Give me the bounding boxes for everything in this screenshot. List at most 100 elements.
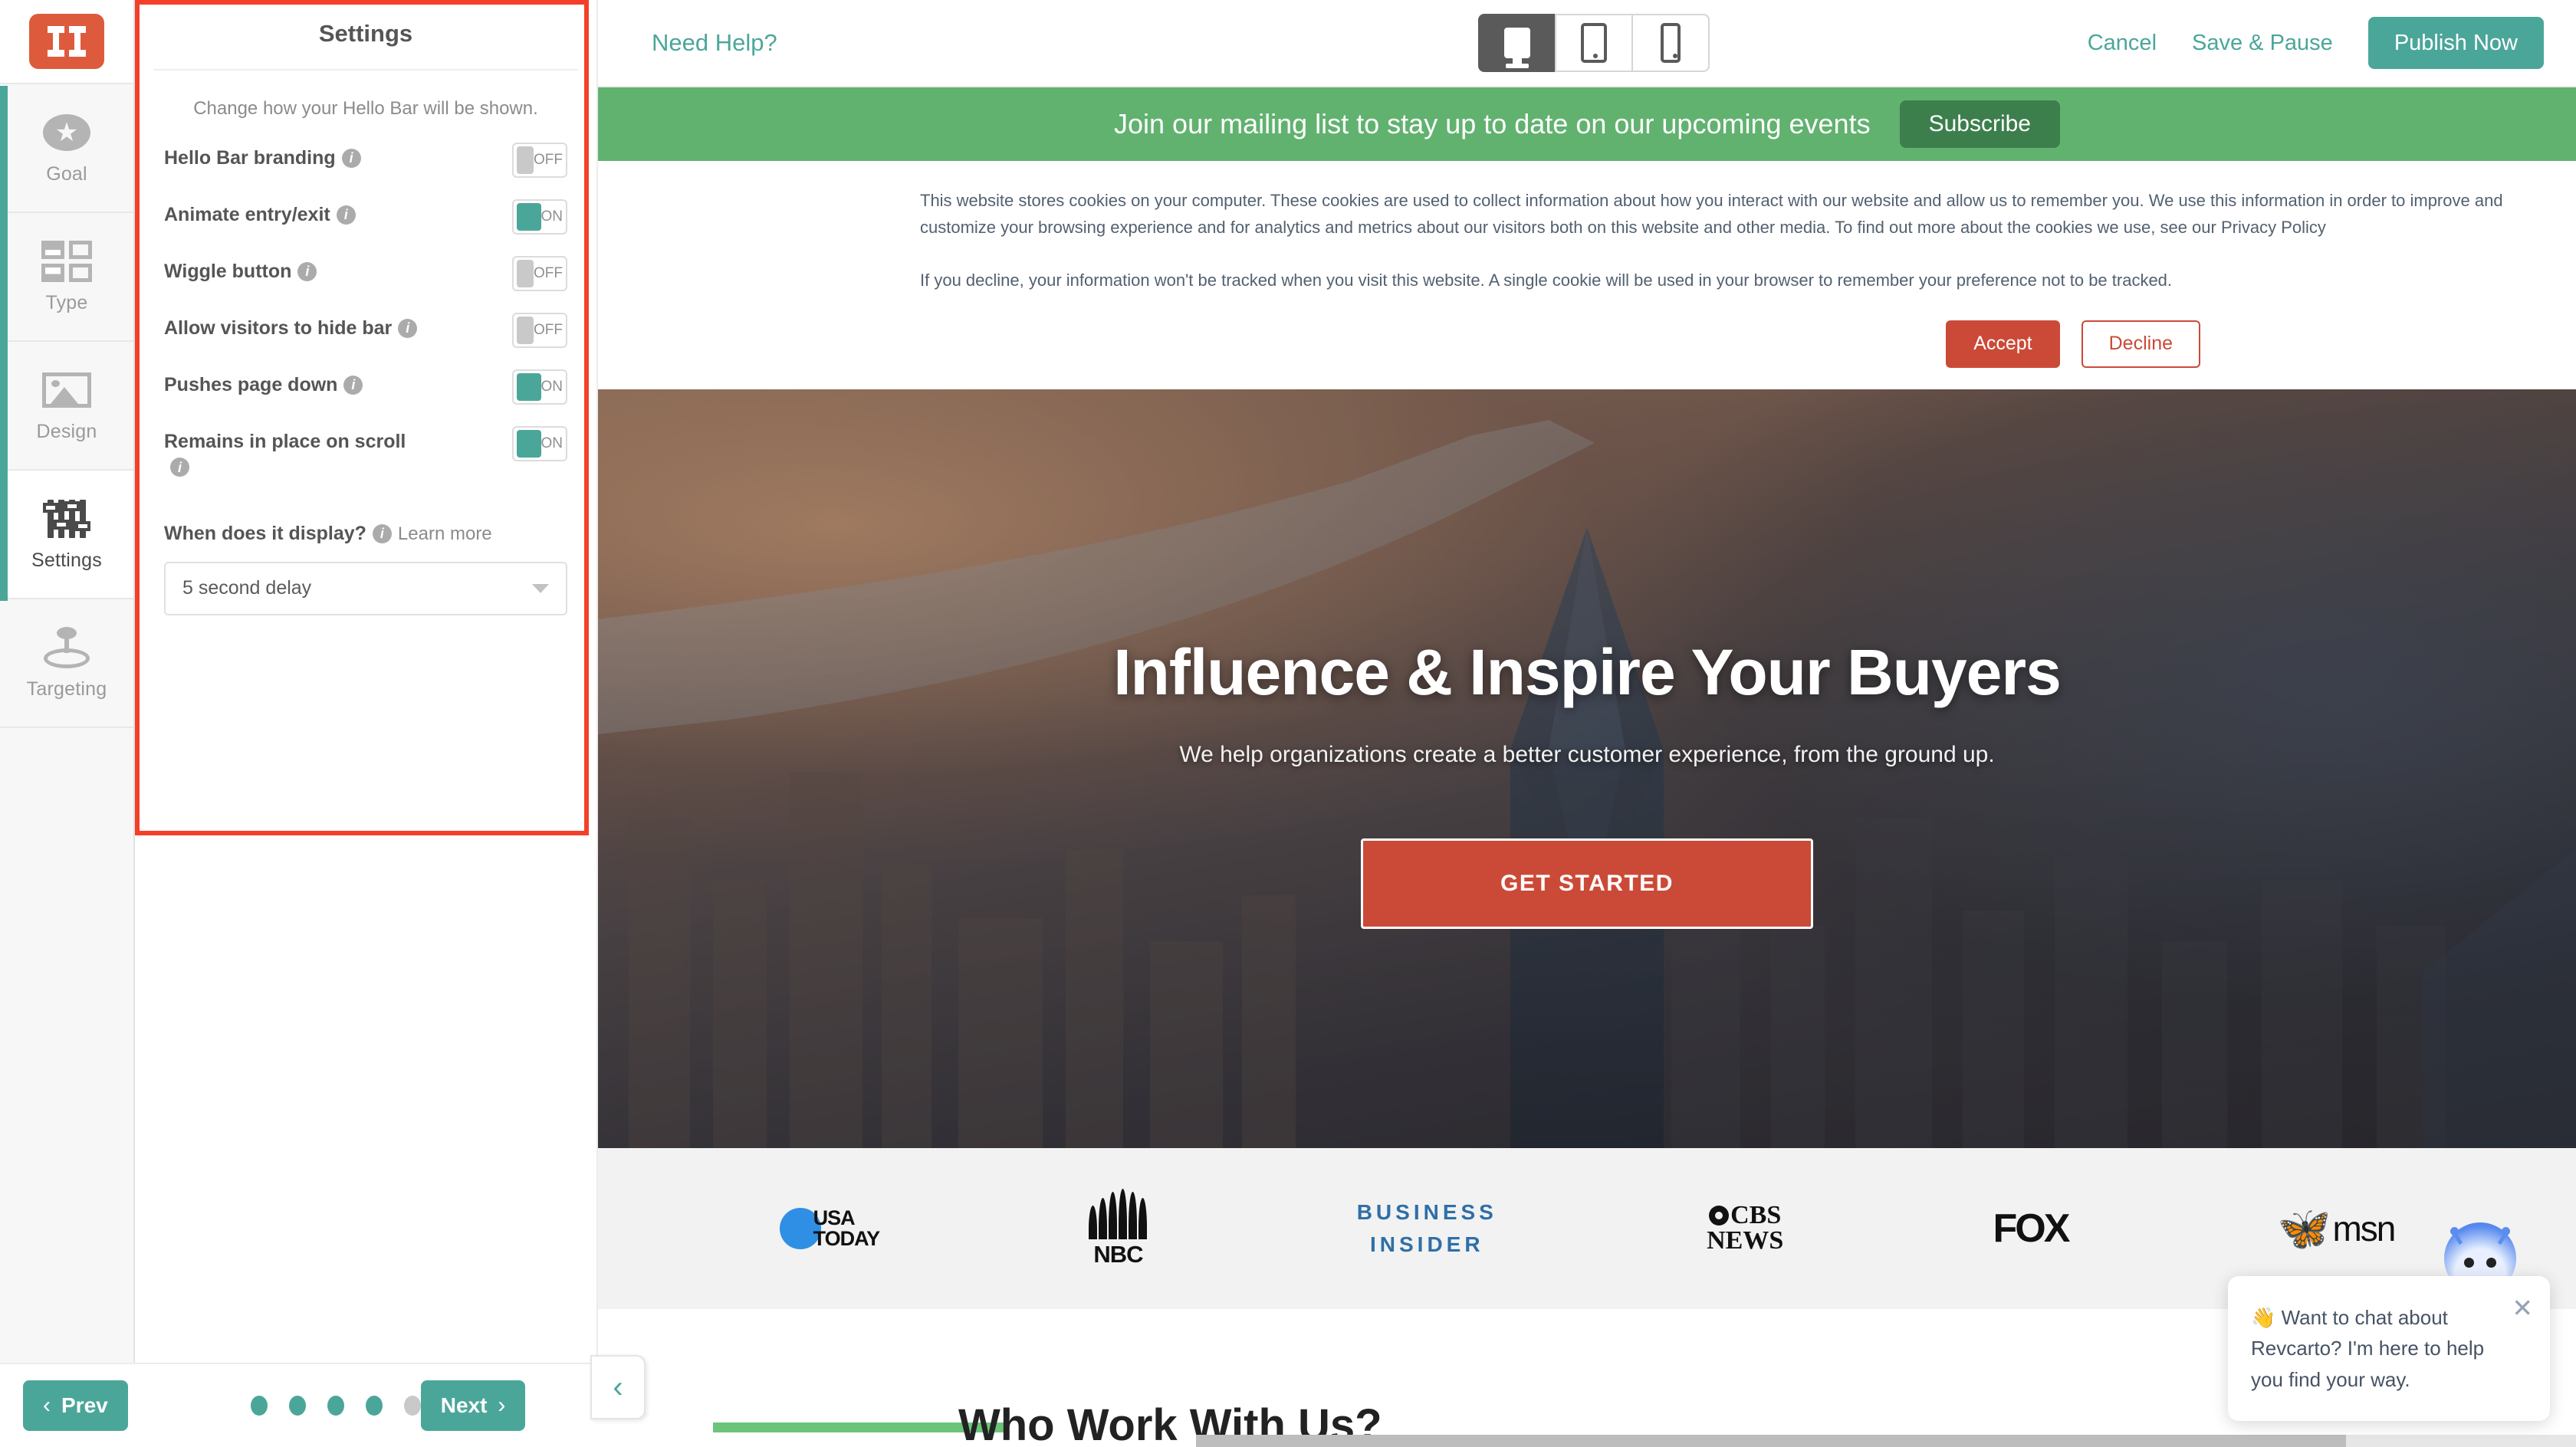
setting-label: Allow visitors to hide bar i	[164, 313, 512, 342]
step-dot[interactable]	[327, 1396, 344, 1416]
toggle-state-label: OFF	[534, 152, 563, 168]
step-dots	[250, 1396, 421, 1416]
setting-label-text: Hello Bar branding	[164, 147, 336, 169]
logo-ibeam-right	[69, 26, 86, 57]
wizard-bottom-nav: ‹ Prev Next ›	[0, 1363, 598, 1447]
sidebar-item-goal[interactable]: ★ Goal	[0, 84, 133, 213]
info-icon[interactable]: i	[341, 148, 361, 168]
sidebar-item-label: Type	[45, 291, 88, 313]
save-and-pause-button[interactable]: Save & Pause	[2192, 31, 2333, 56]
cbs-line1: CBS	[1730, 1201, 1782, 1230]
collapse-panel-button[interactable]: ‹	[590, 1355, 646, 1419]
chevron-down-icon	[532, 583, 549, 593]
step-dot[interactable]	[365, 1396, 383, 1416]
learn-more-link[interactable]: Learn more	[398, 523, 492, 544]
preview-scrollbar-thumb[interactable]	[1196, 1435, 2346, 1447]
sidebar-item-type[interactable]: Type	[0, 213, 133, 342]
chat-message-text: 👋 Want to chat about Revcarto? I'm here …	[2251, 1306, 2485, 1391]
hello-bar-logo[interactable]	[29, 14, 104, 69]
decline-button[interactable]: Decline	[2081, 320, 2200, 368]
display-timing-label: When does it display? i Learn more	[135, 503, 596, 545]
setting-label: Animate entry/exit i	[164, 199, 512, 228]
info-icon[interactable]: i	[398, 318, 418, 338]
display-delay-select[interactable]: 5 second delay	[164, 561, 567, 615]
sidebar-item-design[interactable]: Design	[0, 342, 133, 471]
step-dot[interactable]	[403, 1396, 421, 1416]
need-help-link[interactable]: Need Help?	[652, 29, 777, 57]
step-dot[interactable]	[250, 1396, 268, 1416]
nbc-text: NBC	[1093, 1240, 1143, 1268]
site-preview: Join our mailing list to stay up to date…	[598, 87, 2576, 1447]
info-icon[interactable]: i	[336, 205, 356, 225]
publish-now-button[interactable]: Publish Now	[2367, 17, 2544, 69]
next-button[interactable]: Next ›	[420, 1380, 526, 1431]
sidebar-item-targeting[interactable]: Targeting	[0, 599, 133, 728]
info-icon[interactable]: i	[372, 523, 392, 543]
sidebar-item-settings[interactable]: Settings	[0, 471, 133, 599]
msn-logo: 🦋 msn	[2277, 1190, 2397, 1267]
cbs-news-logo: CBS NEWS	[1707, 1190, 1783, 1267]
panel-subtitle: Change how your Hello Bar will be shown.	[193, 98, 538, 119]
cookie-actions: Accept Decline	[920, 320, 2530, 368]
info-icon[interactable]: i	[297, 261, 317, 281]
msn-text: msn	[2332, 1208, 2396, 1248]
chevron-left-icon: ‹	[43, 1393, 51, 1418]
close-icon[interactable]: ✕	[2512, 1293, 2533, 1323]
chevron-left-icon: ‹	[613, 1370, 623, 1404]
toggle-pushes-page-down[interactable]: ON	[512, 369, 567, 405]
hello-bar-preview: Join our mailing list to stay up to date…	[598, 87, 2576, 161]
hero-subtitle: We help organizations create a better cu…	[1179, 742, 1995, 768]
chat-widget: ✕ 👋 Want to chat about Revcarto? I'm her…	[2228, 1222, 2550, 1421]
joystick-icon	[41, 626, 92, 669]
toggle-allow-visitors-hide-bar[interactable]: OFF	[512, 313, 567, 348]
toggle-hello-bar-branding[interactable]: OFF	[512, 143, 567, 178]
toggle-animate-entry-exit[interactable]: ON	[512, 199, 567, 235]
hero-title: Influence & Inspire Your Buyers	[1113, 636, 2062, 709]
msn-butterfly-icon: 🦋	[2277, 1203, 2331, 1252]
nbc-peacock-icon	[1089, 1188, 1148, 1239]
toggle-wiggle-button[interactable]: OFF	[512, 256, 567, 291]
toggle-state-label: ON	[540, 379, 564, 395]
cancel-button[interactable]: Cancel	[2088, 31, 2157, 56]
toggle-knob	[517, 203, 541, 231]
get-started-button[interactable]: GET STARTED	[1361, 838, 1813, 930]
sidebar-item-label: Goal	[46, 162, 87, 185]
bi-line1: BUSINESS	[1356, 1199, 1497, 1224]
setting-label: Pushes page down i	[164, 369, 512, 399]
setting-row-hide-bar: Allow visitors to hide bar i OFF	[135, 313, 596, 348]
toggle-state-label: ON	[540, 435, 564, 451]
chat-message-bubble[interactable]: ✕ 👋 Want to chat about Revcarto? I'm her…	[2228, 1276, 2550, 1421]
setting-label: Wiggle button i	[164, 256, 512, 285]
chevron-right-icon: ›	[498, 1393, 506, 1418]
tablet-view-button[interactable]	[1555, 14, 1633, 72]
setting-label-text: Wiggle button	[164, 261, 292, 282]
prev-button[interactable]: ‹ Prev	[23, 1380, 128, 1431]
hello-bar-editor: ★ Goal Type Design Settings Targeting Se…	[0, 0, 2576, 1447]
info-icon[interactable]: i	[343, 375, 363, 395]
step-dot[interactable]	[288, 1396, 306, 1416]
toggle-state-label: OFF	[534, 322, 563, 338]
mobile-view-button[interactable]	[1631, 14, 1710, 72]
sidebar-item-label: Settings	[31, 549, 102, 571]
subscribe-button[interactable]: Subscribe	[1899, 100, 2060, 148]
toggle-remains-in-place-on-scroll[interactable]: ON	[512, 426, 567, 461]
sidebar-item-label: Targeting	[26, 678, 107, 700]
info-icon[interactable]: i	[170, 458, 189, 477]
setting-label-text: Allow visitors to hide bar	[164, 317, 393, 339]
topbar-actions: Cancel Save & Pause Publish Now	[2088, 17, 2544, 69]
accept-button[interactable]: Accept	[1946, 320, 2060, 368]
usa-today-logo: USA TODAY	[779, 1190, 880, 1267]
sidebar-item-label: Design	[36, 420, 97, 442]
cookie-paragraph-2: If you decline, your information won't b…	[920, 271, 2173, 290]
logo-cell	[0, 0, 133, 84]
toggle-state-label: OFF	[534, 265, 563, 281]
sidebar-rail: ★ Goal Type Design Settings Targeting	[0, 0, 135, 1447]
preview-scrollbar[interactable]	[1196, 1435, 2576, 1447]
display-delay-value: 5 second delay	[182, 577, 312, 599]
display-question-text: When does it display?	[164, 522, 366, 544]
setting-row-branding: Hello Bar branding i OFF	[135, 143, 596, 178]
toggle-knob	[517, 317, 534, 344]
layout-grid-icon	[41, 240, 92, 283]
setting-row-push-down: Pushes page down i ON	[135, 369, 596, 405]
desktop-view-button[interactable]	[1478, 14, 1556, 72]
